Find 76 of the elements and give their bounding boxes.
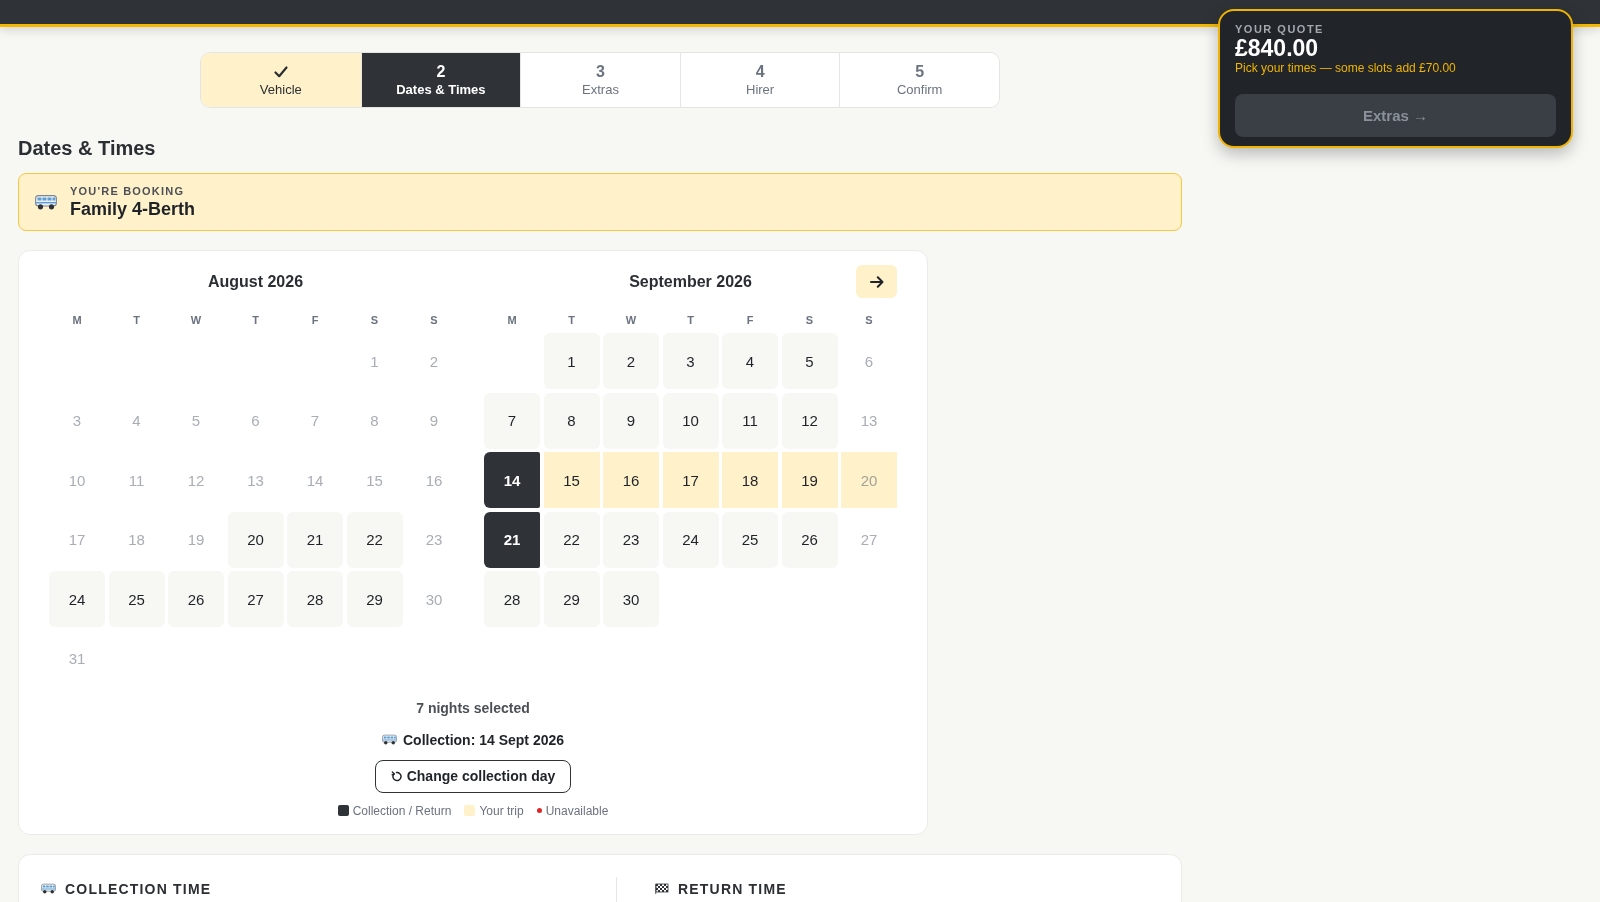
day-cell[interactable]: 10 xyxy=(662,392,719,449)
weekday-label: M xyxy=(71,313,83,327)
legend-label: Your trip xyxy=(479,803,524,818)
day-cell[interactable]: 27 xyxy=(227,571,284,627)
weekday-label: W xyxy=(189,313,203,327)
weekday-label: S xyxy=(369,313,380,327)
day-cell[interactable]: 22 xyxy=(543,511,600,568)
day-cell[interactable]: 19 xyxy=(781,452,838,508)
day-cell[interactable]: 24 xyxy=(662,511,719,568)
section-title: RETURN TIME xyxy=(678,879,787,899)
day-cell[interactable]: 5 xyxy=(781,333,838,389)
weekday-label: T xyxy=(132,313,141,327)
month-title: September 2026 xyxy=(629,272,752,291)
arrow-right-icon xyxy=(869,275,884,288)
day-cell[interactable]: 8 xyxy=(543,392,600,449)
day-cell[interactable]: 26 xyxy=(781,511,838,568)
day-cell[interactable]: 28 xyxy=(484,571,540,627)
day-cell[interactable]: 7 xyxy=(484,392,540,449)
day-cell[interactable]: 25 xyxy=(108,571,165,627)
day-cell[interactable]: 18 xyxy=(722,452,778,508)
day-cell[interactable]: 29 xyxy=(346,571,403,627)
legend-label: Unavailable xyxy=(545,803,609,818)
vehicle-name: Family 4-Berth xyxy=(70,197,196,220)
checkered-flag-icon xyxy=(655,883,669,894)
quote-amount: £840.00 xyxy=(1235,36,1320,60)
day-cell[interactable]: 23 xyxy=(603,511,659,568)
weekday-label: M xyxy=(506,313,518,327)
day-cell[interactable]: 2 xyxy=(603,333,659,389)
van-icon xyxy=(41,883,56,894)
nights-summary: 7 nights selected xyxy=(416,698,530,717)
day-cell[interactable]: 30 xyxy=(603,571,659,627)
day-cell[interactable]: 21 xyxy=(287,511,343,568)
day-cell[interactable]: 3 xyxy=(662,333,719,389)
change-collection-button[interactable]: Change collection day xyxy=(374,759,572,793)
weekday-label: T xyxy=(567,313,576,327)
day-cell[interactable]: 9 xyxy=(603,392,659,449)
collection-date-text: Collection: 14 Sept 2026 xyxy=(402,730,565,749)
weekday-label: S xyxy=(429,313,439,327)
van-icon xyxy=(35,194,57,210)
day-cell[interactable]: 1 xyxy=(543,333,600,389)
weekday-label: W xyxy=(624,313,638,327)
day-cell[interactable]: 20 xyxy=(227,511,284,568)
page-heading: Dates & Times xyxy=(18,136,157,160)
weekday-label: S xyxy=(864,313,874,327)
month-title: August 2026 xyxy=(207,272,304,291)
section-title: COLLECTION TIME xyxy=(65,879,212,899)
weekday-label: S xyxy=(804,313,815,327)
day-cell[interactable]: 15 xyxy=(543,452,600,508)
step-tab[interactable]: Vehicle xyxy=(201,53,361,107)
day-cell[interactable]: 12 xyxy=(781,392,838,449)
day-cell[interactable]: 22 xyxy=(346,511,403,568)
step-tab[interactable]: 2 Dates & Times xyxy=(360,53,521,107)
day-cell[interactable]: 17 xyxy=(662,452,719,508)
step-tab[interactable]: 5 Confirm xyxy=(839,53,999,107)
booking-label: YOU'RE BOOKING xyxy=(70,184,186,198)
van-icon xyxy=(381,734,397,745)
next-month-button[interactable] xyxy=(856,265,897,298)
reset-icon xyxy=(390,770,402,782)
weekday-label: F xyxy=(310,313,320,327)
day-cell[interactable]: 14 xyxy=(484,452,540,508)
weekday-label: T xyxy=(251,313,260,327)
day-cell[interactable]: 4 xyxy=(722,333,778,389)
day-cell[interactable]: 28 xyxy=(287,571,343,627)
legend-label: Collection / Return xyxy=(352,803,452,818)
weekday-label: F xyxy=(745,313,755,327)
day-cell[interactable]: 16 xyxy=(603,452,659,508)
weekday-label: T xyxy=(686,313,695,327)
day-cell[interactable]: 25 xyxy=(722,511,778,568)
check-icon xyxy=(273,65,288,78)
day-cell[interactable]: 24 xyxy=(49,571,105,627)
day-cell[interactable]: 11 xyxy=(722,392,778,449)
quote-label: YOUR QUOTE xyxy=(1235,23,1325,36)
day-cell[interactable]: 26 xyxy=(168,571,224,627)
day-cell[interactable]: 21 xyxy=(484,511,540,568)
quote-note: Pick your times — some slots add £70.00 xyxy=(1235,60,1457,76)
day-cell[interactable]: 29 xyxy=(543,571,600,627)
